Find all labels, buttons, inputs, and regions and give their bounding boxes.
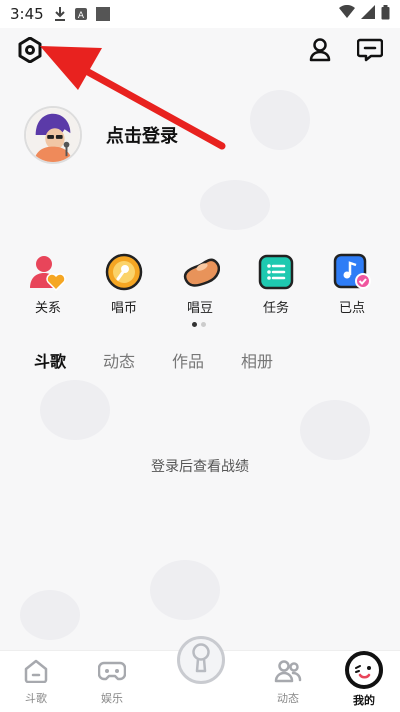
nav-label: 斗歌 [25, 692, 47, 705]
sing-center-button[interactable] [177, 636, 225, 684]
annotation-arrow [40, 46, 226, 150]
wifi-icon [339, 4, 355, 23]
download-icon [54, 7, 66, 21]
battery-icon [381, 4, 390, 24]
status-time: 3:45 [10, 5, 44, 23]
home-icon [23, 659, 49, 687]
empty-state-message: 登录后查看战绩 [151, 459, 249, 475]
user-icon [309, 38, 331, 66]
quick-action-label: 关系 [34, 301, 61, 316]
quick-actions: 关系 唱币 唱豆 任务 已点 [0, 252, 400, 316]
quick-action-label: 唱豆 [186, 301, 213, 316]
bottom-nav: 斗歌 娱乐 动态 我的 [0, 636, 400, 712]
signal-icon [361, 5, 375, 23]
quick-action-task[interactable]: 任务 [246, 252, 306, 316]
page-dot [192, 322, 197, 327]
quick-action-relationship[interactable]: 关系 [18, 252, 78, 316]
profile-login-area[interactable]: 点击登录 [24, 106, 178, 164]
background-decoration [40, 380, 110, 440]
svg-text:A: A [78, 11, 85, 21]
page-indicator [192, 322, 206, 327]
profile-tabs: 斗歌 动态 作品 相册 [34, 348, 273, 372]
nav-entertainment[interactable]: 娱乐 [82, 659, 142, 706]
people-icon [274, 659, 302, 687]
sing-coin-icon [104, 252, 144, 292]
quick-action-sing-coin[interactable]: 唱币 [94, 252, 154, 316]
message-icon [356, 38, 384, 66]
login-link[interactable]: 点击登录 [106, 122, 178, 148]
tab-works[interactable]: 作品 [172, 348, 204, 372]
nav-mine[interactable]: 我的 [334, 651, 394, 708]
tab-battle-songs[interactable]: 斗歌 [34, 348, 66, 372]
quick-action-ordered-songs[interactable]: 已点 [322, 252, 382, 316]
nav-battle-songs[interactable]: 斗歌 [6, 659, 66, 706]
nav-moments[interactable]: 动态 [258, 659, 318, 706]
status-bar: 3:45 A [0, 0, 400, 28]
nav-label: 我的 [353, 694, 375, 707]
background-decoration [300, 400, 370, 460]
tab-album[interactable]: 相册 [241, 348, 273, 372]
nav-label: 动态 [277, 692, 299, 705]
background-decoration [200, 180, 270, 230]
gear-icon [18, 36, 42, 67]
background-decoration [20, 590, 80, 640]
app-notification-icon: A [74, 7, 88, 21]
profile-face-icon [345, 651, 383, 689]
gamepad-icon [97, 659, 127, 687]
quick-action-sing-bean[interactable]: 唱豆 [170, 252, 230, 316]
top-bar [0, 34, 400, 74]
nav-label: 娱乐 [101, 692, 123, 705]
background-decoration [250, 90, 310, 150]
task-icon [256, 252, 296, 292]
sing-bean-icon [180, 252, 220, 292]
message-button[interactable] [354, 36, 386, 68]
avatar[interactable] [24, 106, 82, 164]
ordered-songs-icon [332, 252, 372, 292]
quick-action-label: 任务 [262, 301, 289, 316]
settings-button[interactable] [14, 36, 46, 68]
quick-action-label: 已点 [338, 301, 365, 316]
background-decoration [150, 560, 220, 620]
relationship-icon [28, 252, 68, 292]
tab-moments[interactable]: 动态 [103, 348, 135, 372]
page-dot [201, 322, 206, 327]
microphone-icon [188, 643, 214, 677]
app-notification-icon [95, 7, 110, 21]
user-button[interactable] [304, 36, 336, 68]
quick-action-label: 唱币 [110, 301, 137, 316]
